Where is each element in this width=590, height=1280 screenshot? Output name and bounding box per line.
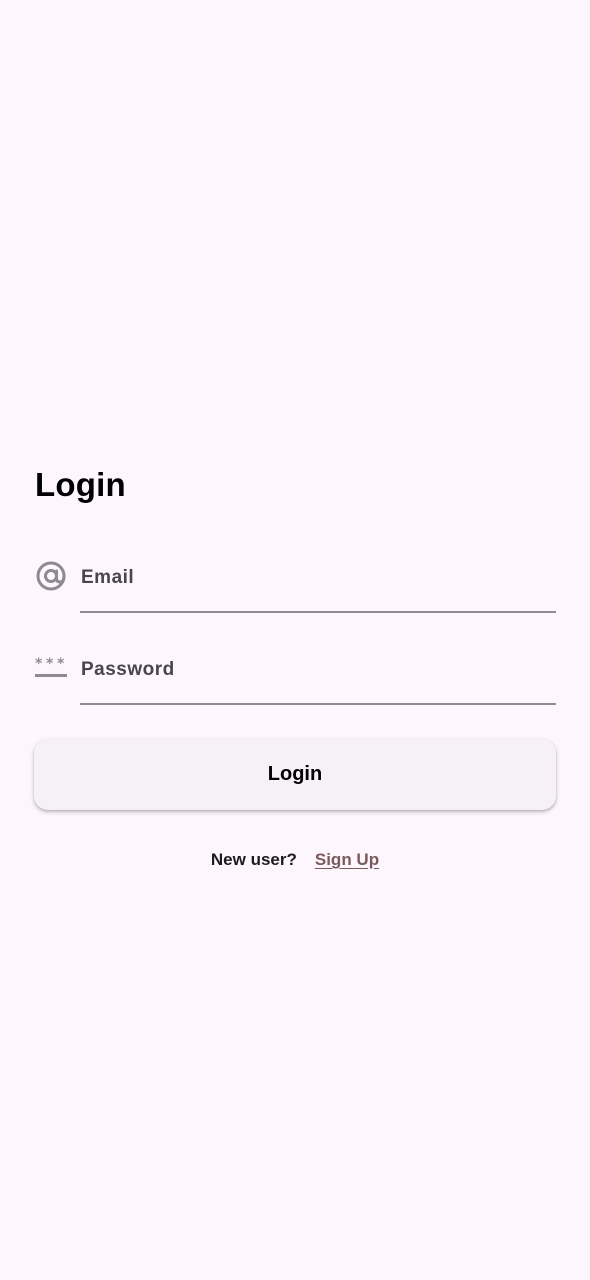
- at-icon: [34, 559, 68, 593]
- login-button[interactable]: Login: [34, 739, 556, 810]
- email-underline: [80, 611, 556, 613]
- password-input[interactable]: [81, 659, 541, 681]
- password-icon: * * *: [34, 651, 68, 685]
- svg-text:*: *: [46, 656, 54, 672]
- email-field[interactable]: [34, 553, 556, 613]
- svg-text:*: *: [57, 656, 65, 672]
- password-underline: [80, 703, 556, 705]
- page-title: Login: [35, 466, 126, 503]
- email-input[interactable]: [81, 567, 541, 589]
- svg-text:*: *: [35, 656, 43, 672]
- password-field[interactable]: * * *: [34, 645, 556, 705]
- signup-link[interactable]: Sign Up: [315, 850, 379, 870]
- login-screen: Login * * * Login New u: [0, 0, 590, 1280]
- signup-prompt: New user?: [210, 850, 297, 869]
- signup-row: New user? Sign Up: [0, 850, 590, 870]
